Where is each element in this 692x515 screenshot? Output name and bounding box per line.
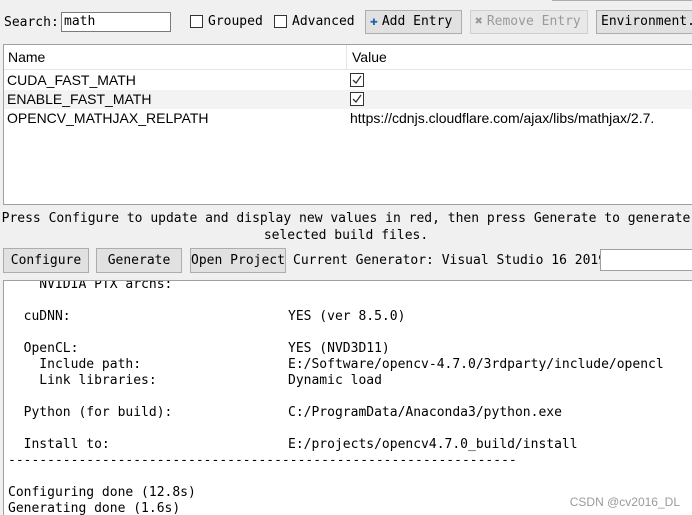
- grouped-checkbox[interactable]: Grouped: [190, 14, 263, 29]
- remove-entry-button[interactable]: ✖ Remove Entry: [470, 10, 588, 34]
- generate-button[interactable]: Generate: [96, 248, 182, 273]
- log-line-value: Dynamic load: [288, 373, 382, 388]
- environment-label: Environment...: [601, 14, 692, 29]
- open-project-button[interactable]: Open Project: [190, 248, 286, 273]
- log-line-text: ----------------------------------------…: [8, 453, 517, 468]
- log-line-text: Include path:: [8, 357, 142, 372]
- remove-entry-label: Remove Entry: [486, 14, 581, 29]
- log-line-text: OpenCL:: [8, 341, 79, 356]
- log-line-value: E:/projects/opencv4.7.0_build/install: [288, 437, 578, 452]
- log-line-text: Link libraries:: [8, 373, 157, 388]
- grouped-checkbox-box[interactable]: [190, 15, 203, 28]
- output-log[interactable]: NVIDIA PTX archs: cuDNN: YES (ver 8.5.0) …: [3, 280, 692, 515]
- column-header-value[interactable]: Value: [352, 49, 387, 65]
- advanced-checkbox[interactable]: Advanced: [274, 14, 355, 29]
- advanced-label: Advanced: [292, 14, 355, 29]
- environment-button[interactable]: Environment...: [596, 10, 692, 34]
- log-line-value: YES (NVD3D11): [288, 341, 390, 356]
- add-entry-button[interactable]: ✚ Add Entry: [365, 10, 462, 34]
- entry-value-checkbox[interactable]: [350, 92, 364, 106]
- table-header: Name Value: [4, 45, 692, 70]
- entry-value[interactable]: https://cdnjs.cloudflare.com/ajax/libs/m…: [350, 110, 654, 126]
- toolbar-edge: [552, 0, 692, 1]
- log-line-text: Python (for build):: [8, 405, 173, 420]
- column-divider[interactable]: [346, 45, 347, 69]
- entry-name: ENABLE_FAST_MATH: [7, 91, 152, 107]
- remove-icon: ✖: [475, 14, 483, 29]
- log-line-value: C:/ProgramData/Anaconda3/python.exe: [288, 405, 562, 420]
- watermark: CSDN @cv2016_DL: [569, 495, 680, 509]
- plus-icon: ✚: [370, 14, 378, 29]
- log-line-value: YES (ver 8.5.0): [288, 309, 406, 324]
- log-line-text: Generating done (1.6s): [8, 501, 181, 515]
- add-entry-label: Add Entry: [381, 14, 453, 29]
- log-line-value: E:/Software/opencv-4.7.0/3rdparty/includ…: [288, 357, 664, 372]
- hint-line-2: selected build files.: [263, 228, 429, 243]
- log-line-text: Install to:: [8, 437, 110, 452]
- cache-table: Name Value CUDA_FAST_MATH ENABLE_FAST_MA…: [3, 44, 692, 205]
- log-line-text: NVIDIA PTX archs:: [8, 280, 173, 292]
- column-header-name[interactable]: Name: [8, 49, 45, 65]
- checkmark-icon: [352, 94, 362, 104]
- generator-field[interactable]: [600, 249, 692, 271]
- table-row[interactable]: OPENCV_MATHJAX_RELPATH https://cdnjs.clo…: [4, 109, 692, 128]
- toolbar: Search: math Grouped Advanced ✚ Add Entry…: [0, 0, 692, 44]
- entry-name: CUDA_FAST_MATH: [7, 72, 136, 88]
- current-generator-label: Current Generator: Visual Studio 16 2019: [293, 253, 607, 268]
- checkmark-icon: [352, 75, 362, 85]
- log-line-text: Configuring done (12.8s): [8, 485, 196, 500]
- table-row[interactable]: CUDA_FAST_MATH: [4, 71, 692, 90]
- table-row[interactable]: ENABLE_FAST_MATH: [4, 90, 692, 109]
- hint-text: Press Configure to update and display ne…: [0, 210, 692, 244]
- configure-button[interactable]: Configure: [3, 248, 89, 273]
- grouped-label: Grouped: [208, 14, 263, 29]
- search-input[interactable]: math: [61, 12, 171, 32]
- entry-name: OPENCV_MATHJAX_RELPATH: [7, 110, 209, 126]
- entry-value-checkbox[interactable]: [350, 73, 364, 87]
- log-line-text: cuDNN:: [8, 309, 71, 324]
- search-label: Search:: [4, 15, 59, 30]
- advanced-checkbox-box[interactable]: [274, 15, 287, 28]
- hint-line-1: Press Configure to update and display ne…: [1, 211, 691, 226]
